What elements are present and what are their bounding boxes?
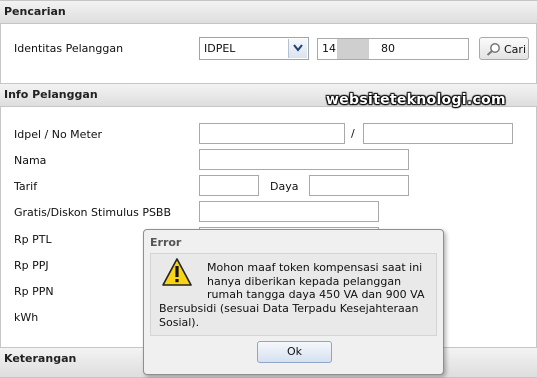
redaction-mask: [337, 39, 369, 59]
cari-button[interactable]: Cari: [479, 37, 529, 60]
error-dialog: Error Mohon maaf token kompensasi saat i…: [143, 229, 444, 375]
info-pelanggan-title: Info Pelanggan: [4, 88, 98, 101]
tarif-field[interactable]: [199, 175, 259, 196]
rp-ptl-label: Rp PTL: [14, 233, 52, 246]
dropdown-button[interactable]: [288, 39, 307, 58]
magnifier-icon: [486, 43, 500, 56]
dialog-title: Error: [150, 236, 182, 249]
customer-id-suffix: 80: [381, 42, 395, 55]
identity-type-value: IDPEL: [204, 42, 236, 55]
identitas-pelanggan-label: Identitas Pelanggan: [14, 42, 124, 55]
pencarian-header: Pencarian: [0, 0, 537, 24]
dialog-line-1: Mohon maaf token kompensasi saat ini: [207, 261, 423, 274]
dialog-line-5: Sosial).: [159, 315, 200, 329]
gratis-diskon-field[interactable]: [199, 201, 379, 222]
nama-field[interactable]: [199, 149, 409, 170]
dialog-message-main: Mohon maaf token kompensasi saat ini han…: [207, 261, 424, 302]
dialog-line-3: rumah tangga daya 450 VA dan 900 VA: [207, 288, 425, 301]
warning-icon: [162, 258, 192, 286]
rp-ppj-label: Rp PPJ: [14, 259, 49, 272]
idpel-field[interactable]: [199, 123, 345, 144]
ok-button[interactable]: Ok: [257, 341, 332, 363]
idpel-label: Idpel / No Meter: [14, 128, 103, 141]
pencarian-title: Pencarian: [4, 5, 66, 18]
dialog-message-tail: Bersubsidi (sesuai Data Terpadu Kesejaht…: [159, 302, 418, 329]
daya-field[interactable]: [309, 175, 409, 196]
keterangan-title: Keterangan: [4, 352, 77, 365]
dialog-line-4: Bersubsidi (sesuai Data Terpadu Kesejaht…: [159, 302, 419, 315]
identity-type-select[interactable]: IDPEL: [199, 37, 309, 60]
no-meter-field[interactable]: [363, 123, 513, 144]
idpel-separator: /: [351, 127, 355, 140]
gratis-diskon-label: Gratis/Diskon Stimulus PSBB: [14, 206, 172, 219]
customer-id-prefix: 14: [322, 42, 336, 55]
tarif-label: Tarif: [14, 180, 38, 193]
chevron-down-icon: [293, 44, 303, 52]
dialog-line-2: hanya diberikan kepada pelanggan: [207, 274, 402, 288]
cari-label: Cari: [504, 43, 526, 56]
daya-label: Daya: [270, 180, 299, 193]
kwh-label: kWh: [14, 311, 39, 324]
rp-ppn-label: Rp PPN: [14, 285, 54, 298]
nama-label: Nama: [14, 154, 47, 167]
watermark-text: websiteteknologi.com: [326, 92, 506, 108]
